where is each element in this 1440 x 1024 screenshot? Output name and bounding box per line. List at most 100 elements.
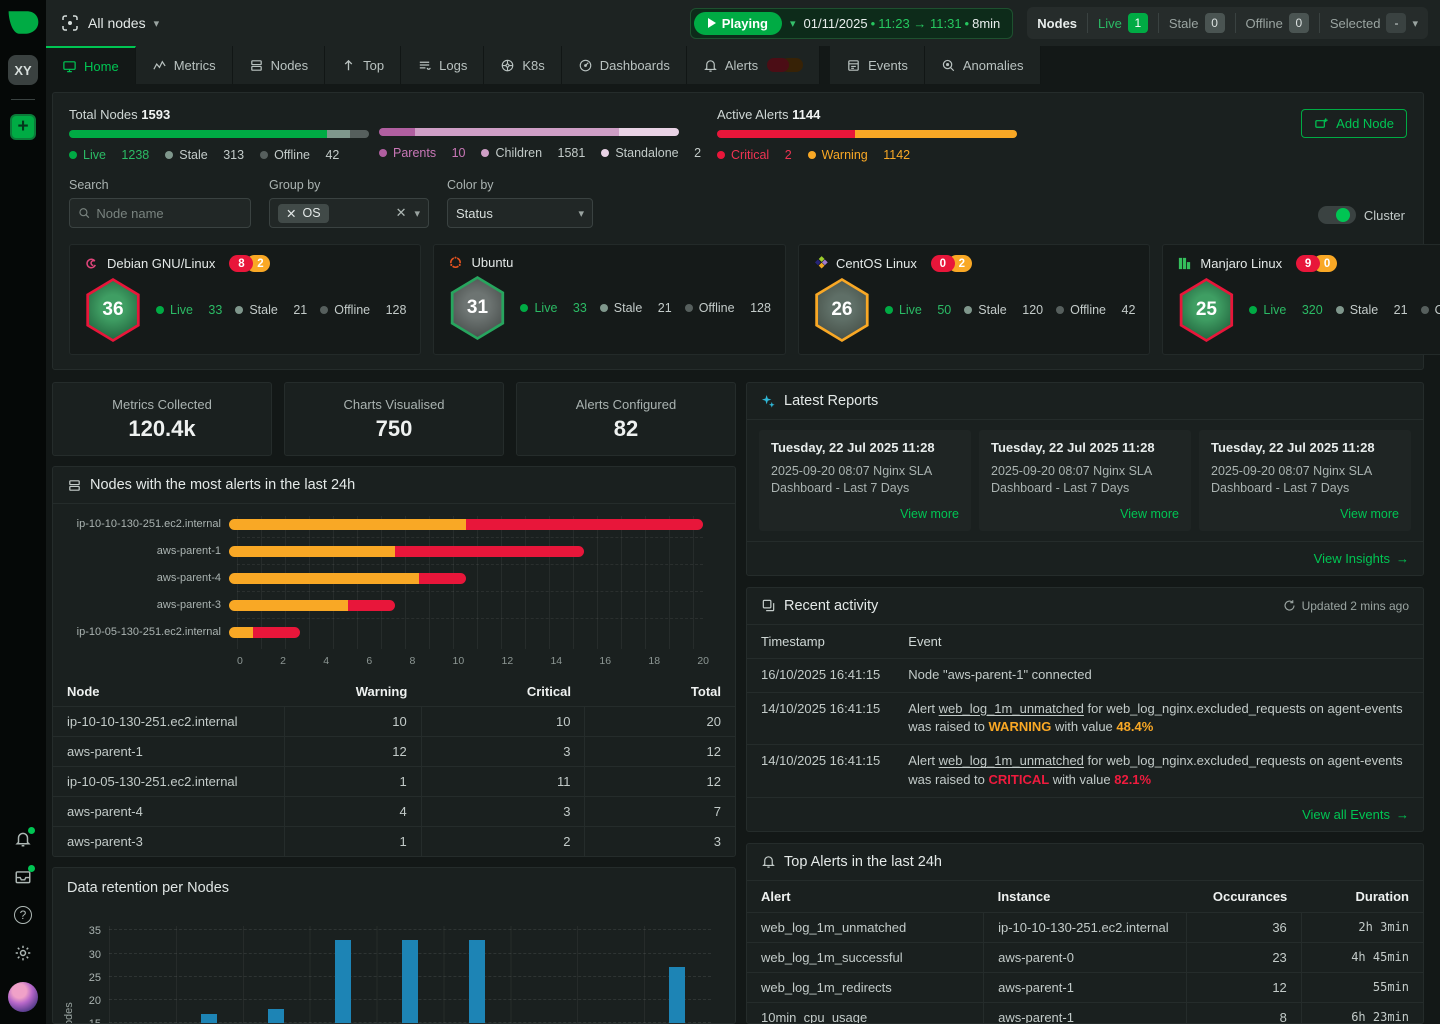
debian-logo-icon <box>84 256 99 271</box>
notifications-bell-icon[interactable] <box>14 830 32 848</box>
clear-icon[interactable]: ✕ <box>396 205 407 221</box>
add-space-button[interactable]: + <box>10 114 36 140</box>
alerts-chart-row: aws-parent-3 <box>57 599 717 611</box>
node-count-hexagon[interactable]: 25 <box>1177 278 1235 342</box>
card-alert-badges: 0 2 <box>931 255 972 272</box>
netdata-logo-icon[interactable] <box>5 8 41 41</box>
children-dot-icon <box>481 149 489 157</box>
view-more-link[interactable]: View more <box>991 507 1179 521</box>
chevron-down-icon[interactable]: ▾ <box>790 17 796 30</box>
activity-row: 14/10/2025 16:41:15 Alertweb_log_1m_unma… <box>747 745 1423 797</box>
stale-count-badge: 0 <box>1205 13 1225 33</box>
color-by-select[interactable]: Status ▾ <box>447 198 593 228</box>
critical-bar-segment <box>466 519 703 530</box>
live-dot-icon <box>69 151 77 159</box>
alerts-bar-chart: ip-10-10-130-251.ec2.internal aws-parent-… <box>53 504 735 677</box>
alerts-chart-row: aws-parent-1 <box>57 545 717 557</box>
tab-events[interactable]: Events <box>830 46 925 84</box>
activity-title: Recent activity <box>784 598 878 614</box>
chevron-down-icon[interactable]: ▾ <box>578 207 584 220</box>
nodes-type-bar <box>379 128 679 136</box>
time-range-display[interactable]: 01/11/2025•11:23 → 11:31•8min <box>804 16 1001 31</box>
cluster-toggle[interactable] <box>1318 206 1356 224</box>
add-node-icon <box>1314 116 1329 131</box>
alert-name-link[interactable]: web_log_1m_unmatched <box>939 753 1084 768</box>
group-by-select[interactable]: ✕OS ✕ ▾ <box>269 198 429 228</box>
active-alerts-value: 1144 <box>792 107 820 122</box>
retention-bar <box>268 1009 284 1024</box>
search-input[interactable] <box>96 206 242 221</box>
tab-top[interactable]: Top <box>325 46 401 84</box>
os-card-ubuntu[interactable]: Ubuntu 31 Live 33 Stale 21 Offline 128 <box>433 244 785 355</box>
left-rail: XY + ? <box>0 0 46 1024</box>
filter-offline[interactable]: Offline 0 <box>1235 13 1309 33</box>
time-controls[interactable]: Playing ▾ 01/11/2025•11:23 → 11:31•8min <box>690 8 1014 39</box>
topbar: All nodes ▾ Playing ▾ 01/11/2025•11:23 →… <box>46 0 1440 46</box>
chevron-down-icon: ▾ <box>1412 17 1418 30</box>
user-avatar[interactable] <box>8 982 38 1012</box>
inbox-icon[interactable] <box>14 868 32 886</box>
tab-anomalies[interactable]: Anomalies <box>925 46 1041 84</box>
view-more-link[interactable]: View more <box>771 507 959 521</box>
table-row: web_log_1m_unmatchedip-10-10-130-251.ec2… <box>747 912 1423 942</box>
report-card[interactable]: Tuesday, 22 Jul 2025 11:28 2025-09-20 08… <box>759 430 971 531</box>
alert-name-link[interactable]: web_log_1m_unmatched <box>939 701 1084 716</box>
critical-dot-icon <box>717 151 725 159</box>
tab-home[interactable]: Home <box>46 46 136 84</box>
top-alerts-table: Alert Instance Occurances Duration web_l… <box>747 881 1423 1024</box>
view-insights-link[interactable]: View Insights→ <box>747 541 1423 575</box>
refresh-icon <box>1283 599 1296 612</box>
help-icon[interactable]: ? <box>14 906 32 924</box>
os-card-manjaro[interactable]: Manjaro Linux 9 0 25 Live 320 <box>1162 244 1440 355</box>
view-more-link[interactable]: View more <box>1211 507 1399 521</box>
nodes-status-filter[interactable]: Nodes Live 1 Stale 0 Offline 0 Selected <box>1027 7 1428 39</box>
node-scope-selector[interactable]: All nodes ▾ <box>60 13 159 33</box>
warning-bar-segment <box>229 627 253 638</box>
tab-nodes[interactable]: Nodes <box>233 46 326 84</box>
os-card-debian[interactable]: Debian GNU/Linux 8 2 36 Live 33 <box>69 244 421 355</box>
bell-icon <box>761 854 776 869</box>
chart-category-label: ip-10-05-130-251.ec2.internal <box>57 626 229 638</box>
tab-dashboards[interactable]: Dashboards <box>562 46 687 84</box>
filter-stale[interactable]: Stale 0 <box>1158 13 1225 33</box>
report-card[interactable]: Tuesday, 22 Jul 2025 11:28 2025-09-20 08… <box>979 430 1191 531</box>
warning-bar-segment <box>229 600 348 611</box>
y-axis-ticks: 101520253035 <box>75 926 109 1024</box>
chevron-down-icon[interactable]: ▾ <box>414 207 420 220</box>
table-row: web_log_1m_redirectsaws-parent-11255min <box>747 972 1423 1002</box>
tab-logs[interactable]: Logs <box>401 46 484 84</box>
node-alerts-table: Node Warning Critical Total ip-10-10-130… <box>53 677 735 856</box>
filter-selected[interactable]: Selected - ▾ <box>1319 13 1418 33</box>
table-row: aws-parent-3123 <box>53 827 735 857</box>
filter-live[interactable]: Live 1 <box>1087 13 1148 33</box>
anomalies-magnifier-icon <box>941 58 956 73</box>
stat-alerts-configured: Alerts Configured 82 <box>516 382 736 456</box>
retention-bar <box>669 967 685 1024</box>
alerts-tab-badge <box>767 58 803 72</box>
total-nodes-value: 1593 <box>141 107 170 122</box>
group-by-chip[interactable]: ✕OS <box>278 204 329 223</box>
critical-bar-segment <box>395 546 585 557</box>
search-input-box[interactable] <box>69 198 251 228</box>
node-count-hexagon[interactable]: 36 <box>84 278 142 342</box>
node-count-hexagon[interactable]: 26 <box>813 278 871 342</box>
view-all-events-link[interactable]: View all Events→ <box>747 797 1423 831</box>
tab-metrics[interactable]: Metrics <box>136 46 233 84</box>
settings-gear-icon[interactable] <box>14 944 32 962</box>
alert-value: 82.1% <box>1114 772 1151 787</box>
activity-table: TimestampEvent 16/10/2025 16:41:15 Node … <box>747 625 1423 797</box>
alerts-chart-row: aws-parent-4 <box>57 572 717 584</box>
play-icon <box>708 18 716 28</box>
workspace-button[interactable]: XY <box>8 55 38 85</box>
os-card-centos[interactable]: CentOS Linux 0 2 26 Live 50 <box>798 244 1150 355</box>
centos-logo-icon <box>813 256 828 271</box>
legend-stale: Stale 313 <box>165 148 244 162</box>
tab-alerts[interactable]: Alerts <box>687 46 820 84</box>
play-button[interactable]: Playing <box>694 12 782 35</box>
arrow-right-icon: → <box>1396 807 1409 822</box>
tab-k8s[interactable]: K8s <box>484 46 561 84</box>
add-node-button[interactable]: Add Node <box>1301 109 1407 138</box>
report-card[interactable]: Tuesday, 22 Jul 2025 11:28 2025-09-20 08… <box>1199 430 1411 531</box>
chart-category-label: ip-10-10-130-251.ec2.internal <box>57 518 229 530</box>
node-count-hexagon[interactable]: 31 <box>448 276 506 340</box>
